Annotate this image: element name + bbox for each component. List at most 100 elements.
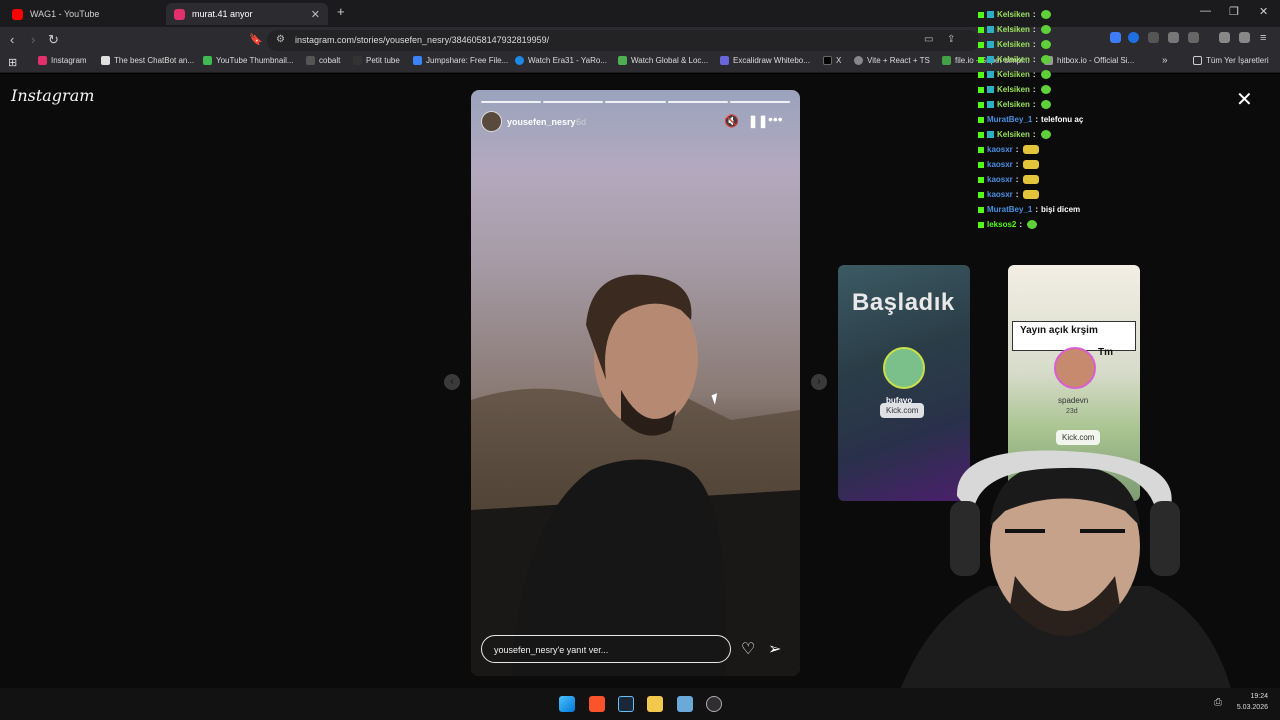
- bookmark-jumpshare[interactable]: Jumpshare: Free File...: [413, 56, 508, 65]
- bookmark-cobalt[interactable]: cobalt: [306, 56, 340, 65]
- next-story-arrow[interactable]: ›: [811, 374, 827, 390]
- chat-message: Kelsiken:: [978, 85, 1051, 94]
- chat-username: MuratBey_1: [987, 205, 1033, 214]
- forward-icon[interactable]: ›: [31, 32, 35, 47]
- reply-input[interactable]: yousefen_nesry'e yanıt ver...: [481, 635, 731, 663]
- chat-username: MuratBey_1: [987, 115, 1033, 124]
- extension-icon[interactable]: [1148, 32, 1159, 43]
- thumbnail-age: 23d: [1066, 408, 1078, 415]
- chat-separator: :: [1032, 10, 1036, 19]
- bookmark-all[interactable]: Tüm Yer İşaretleri: [1193, 56, 1269, 65]
- youtube-icon: [12, 8, 23, 20]
- globe-icon: [854, 56, 863, 65]
- chat-message: Kelsiken:: [978, 10, 1051, 19]
- instagram-logo[interactable]: Instagram: [11, 86, 94, 105]
- app-icon[interactable]: [677, 696, 693, 712]
- obs-icon[interactable]: [706, 696, 722, 712]
- x-icon: [823, 56, 832, 65]
- chat-separator: :: [1015, 160, 1019, 169]
- tray-icon[interactable]: ⎙: [1214, 697, 1222, 708]
- clock-date[interactable]: 5.03.2026: [1233, 704, 1268, 711]
- chat-message: MuratBey_1: telefonu aç: [978, 115, 1083, 124]
- share-icon[interactable]: ⇪: [947, 34, 955, 45]
- chat-message: kaosxr:: [978, 175, 1040, 184]
- bookmark-petit-tube[interactable]: Petit tube: [353, 56, 400, 65]
- kick-badge-icon: [978, 41, 984, 48]
- steam-icon[interactable]: [618, 696, 634, 712]
- tab-title: WAG1 - YouTube: [30, 9, 100, 19]
- menu-icon[interactable]: ≡: [1260, 32, 1266, 44]
- chat-separator: :: [1032, 70, 1036, 79]
- url-text: instagram.com/stories/yousefen_nesry/384…: [295, 35, 550, 45]
- bookmark-era31[interactable]: Watch Era31 - YaRo...: [515, 56, 607, 65]
- heart-icon[interactable]: ♡: [741, 639, 755, 659]
- bookmark-yt-thumbnail[interactable]: YouTube Thumbnail...: [203, 56, 294, 65]
- shield-icon[interactable]: [1239, 32, 1250, 43]
- brave-browser-icon[interactable]: [589, 696, 605, 712]
- subscriber-badge-icon: [987, 56, 994, 63]
- kick-badge-icon: [978, 56, 984, 63]
- site-settings-icon[interactable]: ⚙: [276, 34, 285, 45]
- previous-story-arrow[interactable]: ‹: [444, 374, 460, 390]
- chat-message: Kelsiken:: [978, 100, 1051, 109]
- petit-tube-icon: [353, 56, 362, 65]
- bookmark-chatbot[interactable]: The best ChatBot an...: [101, 56, 194, 65]
- bookmark-icon[interactable]: 🔖: [249, 33, 263, 46]
- bookmark-instagram[interactable]: Instagram: [38, 56, 87, 65]
- bookmark-hitbox[interactable]: hitbox.io - Official Si...: [1044, 56, 1134, 65]
- subscriber-badge-icon: [987, 71, 994, 78]
- extension-icon[interactable]: [1110, 32, 1121, 43]
- minimize-button[interactable]: —: [1200, 5, 1211, 17]
- instagram-icon: [38, 56, 47, 65]
- bookmark-x[interactable]: X: [823, 56, 841, 65]
- emote-icon: [1023, 160, 1040, 169]
- file-explorer-icon[interactable]: [647, 696, 663, 712]
- file-io-icon: [942, 56, 951, 65]
- sidebar-icon[interactable]: [1188, 32, 1199, 43]
- puzzle-icon[interactable]: [1168, 32, 1179, 43]
- windows-start-icon[interactable]: [559, 696, 575, 712]
- subscriber-badge-icon: [987, 101, 994, 108]
- bookmark-excalidraw[interactable]: Excalidraw Whitebo...: [720, 56, 810, 65]
- new-tab-button[interactable]: +: [337, 4, 345, 19]
- apps-icon[interactable]: ⊞: [8, 56, 17, 69]
- chat-separator: :: [1015, 175, 1019, 184]
- thumbnail-icon: [203, 56, 212, 65]
- tab-instagram[interactable]: murat.41 anyor ✕: [166, 3, 328, 25]
- kick-badge-icon: [978, 221, 984, 228]
- kick-badge-icon: [978, 146, 984, 153]
- close-window-button[interactable]: ✕: [1259, 5, 1268, 18]
- jumpshare-icon: [413, 56, 422, 65]
- story-viewer[interactable]: yousefen_nesry 6d 🔇 ❚❚ ••• yousefen_nesr…: [471, 90, 800, 676]
- chat-message: Kelsiken:: [978, 55, 1051, 64]
- chat-message: kaosxr:: [978, 190, 1040, 199]
- send-icon[interactable]: ➢: [768, 639, 781, 659]
- bookmark-watch-global[interactable]: Watch Global & Loc...: [618, 56, 708, 65]
- clock-time[interactable]: 19:24: [1233, 693, 1268, 700]
- close-stories-button[interactable]: ✕: [1236, 90, 1253, 110]
- chat-separator: :: [1032, 25, 1036, 34]
- reload-icon[interactable]: ↻: [48, 32, 59, 48]
- tab-youtube[interactable]: WAG1 - YouTube: [4, 3, 164, 25]
- kick-badge-icon: [978, 26, 984, 33]
- restore-button[interactable]: ❐: [1229, 5, 1239, 18]
- extension-icon[interactable]: [1128, 32, 1139, 43]
- chat-message: Kelsiken:: [978, 40, 1051, 49]
- emote-icon: [1023, 145, 1040, 154]
- windows-taskbar: ⎙ 19:24 5.03.2026: [0, 688, 1280, 720]
- address-bar[interactable]: ⚙ instagram.com/stories/yousefen_nesry/3…: [267, 30, 979, 51]
- thumbnail-title: Başladık: [852, 289, 955, 316]
- emote-icon: [1040, 10, 1051, 19]
- chat-username: Kelsiken: [997, 100, 1030, 109]
- music-icon[interactable]: [1219, 32, 1230, 43]
- kick-badge-icon: [978, 206, 984, 213]
- close-tab-icon[interactable]: ✕: [311, 8, 320, 21]
- bookmark-vite[interactable]: Vite + React + TS: [854, 56, 930, 65]
- kick-badge-icon: [978, 161, 984, 168]
- emote-icon: [1040, 70, 1051, 79]
- back-icon[interactable]: ‹: [10, 32, 14, 47]
- emote-icon: [1023, 190, 1040, 199]
- more-bookmarks-icon[interactable]: »: [1162, 55, 1168, 66]
- screen-icon[interactable]: ▭: [924, 34, 933, 45]
- chat-message: kaosxr:: [978, 160, 1040, 169]
